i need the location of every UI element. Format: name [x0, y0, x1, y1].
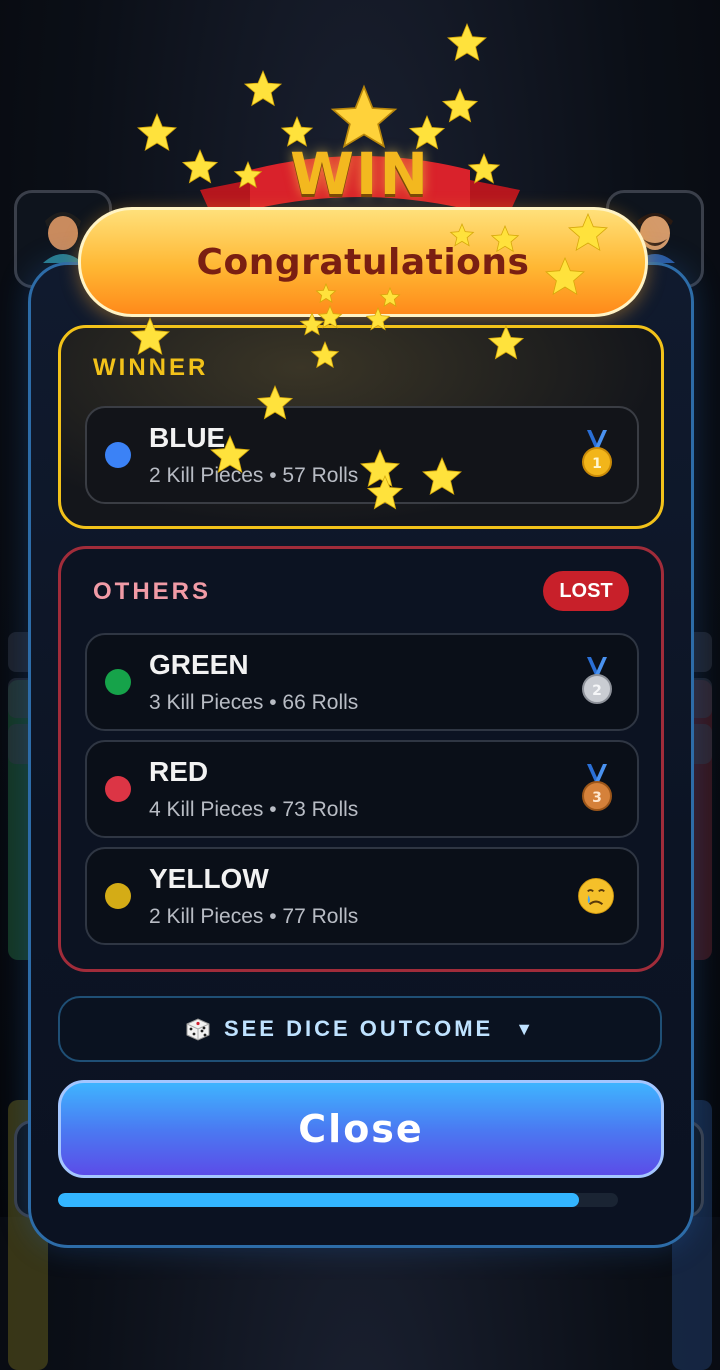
svg-text:2: 2	[592, 683, 602, 699]
player-name: YELLOW	[149, 863, 269, 894]
progress-bar-fill	[58, 1193, 579, 1207]
player-color-dot	[105, 669, 131, 695]
close-button[interactable]: Close	[58, 1080, 664, 1178]
svg-text:3: 3	[592, 790, 602, 806]
player-row-green: GREEN 3 Kill Pieces • 66 Rolls 2	[85, 633, 639, 731]
winner-section-title: WINNER	[93, 354, 209, 381]
crying-face-icon	[578, 878, 614, 914]
winner-row: BLUE 2 Kill Pieces • 57 Rolls 1	[85, 406, 639, 504]
congratulations-title: Congratulations	[196, 241, 530, 283]
player-row-yellow: YELLOW 2 Kill Pieces • 77 Rolls	[85, 847, 639, 945]
player-stats: 4 Kill Pieces • 73 Rolls	[149, 798, 359, 821]
winner-section: WINNER BLUE 2 Kill Pieces • 57 Rolls 1	[58, 325, 664, 529]
others-section-title: OTHERS	[93, 578, 212, 605]
star-icon	[137, 112, 177, 152]
player-stats: 2 Kill Pieces • 77 Rolls	[149, 905, 359, 928]
player-color-dot	[105, 442, 131, 468]
star-icon	[447, 22, 487, 62]
star-icon	[441, 87, 479, 123]
lost-badge: LOST	[543, 571, 629, 611]
chevron-down-icon: ▼	[515, 1018, 537, 1039]
player-stats: 3 Kill Pieces • 66 Rolls	[149, 691, 359, 714]
see-dice-outcome-button[interactable]: SEE DICE OUTCOME ▼	[58, 996, 662, 1062]
player-color-dot	[105, 776, 131, 802]
star-icon	[243, 69, 283, 107]
player-color-dot	[105, 883, 131, 909]
svg-text:1: 1	[592, 456, 602, 472]
bronze-medal-icon: 3	[582, 764, 612, 811]
see-dice-outcome-label: SEE DICE OUTCOME	[223, 1016, 494, 1041]
player-name: RED	[149, 756, 209, 787]
player-stats: 2 Kill Pieces • 57 Rolls	[149, 464, 359, 487]
progress-bar	[58, 1193, 618, 1207]
player-name: BLUE	[149, 422, 226, 453]
congratulations-banner: Congratulations	[78, 207, 648, 317]
dice-icon	[186, 1018, 210, 1041]
gold-medal-icon: 1	[582, 430, 612, 477]
player-name: GREEN	[149, 649, 249, 680]
player-row-red: RED 4 Kill Pieces • 73 Rolls 3	[85, 740, 639, 838]
silver-medal-icon: 2	[582, 657, 612, 704]
win-star-icon	[330, 84, 398, 149]
others-section: OTHERS LOST GREEN 3 Kill Pieces • 66 Rol…	[58, 546, 664, 972]
close-button-label: Close	[298, 1107, 424, 1151]
